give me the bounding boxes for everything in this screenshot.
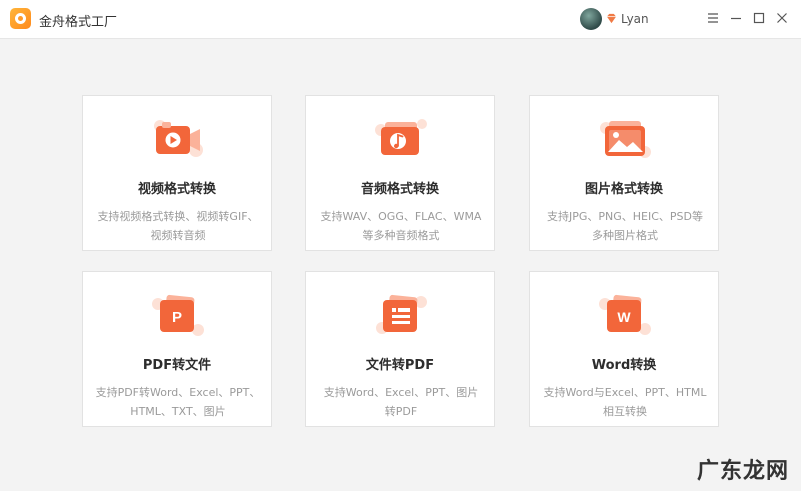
word-w-icon: W (599, 294, 651, 335)
music-note-icon (375, 119, 427, 155)
card-title: 图片格式转换 (584, 182, 663, 197)
maximize-icon[interactable] (751, 10, 767, 26)
minimize-icon[interactable] (728, 10, 744, 26)
card-description-line: HTML、TXT、图片 (130, 405, 226, 418)
user-avatar[interactable] (580, 8, 602, 30)
card-description: 支持Word、Excel、PPT、图片 转PDF (316, 383, 486, 421)
card-title: 音频格式转换 (360, 182, 439, 197)
card-pdf-to-file[interactable]: P PDF转文件 支持PDF转Word、Excel、PPT、 HTML、TXT、… (82, 271, 272, 427)
svg-text:W: W (617, 309, 631, 325)
app-logo-icon (10, 8, 31, 29)
card-description: 支持JPG、PNG、HEIC、PSD等 多种图片格式 (540, 207, 710, 245)
card-video-conversion[interactable]: 视频格式转换 支持视频格式转换、视频转GIF、 视频转音频 (82, 95, 272, 251)
card-description-line: 支持PDF转Word、Excel、PPT、 (95, 386, 261, 399)
hamburger-menu-icon[interactable] (705, 10, 721, 26)
card-title: 文件转PDF (365, 358, 435, 373)
watermark-text: 广东龙网 (696, 459, 789, 484)
card-description-line: 支持WAV、OGG、FLAC、WMA (320, 210, 482, 223)
document-lines-icon (376, 294, 427, 334)
card-description: 支持WAV、OGG、FLAC、WMA 等多种音频格式 (316, 207, 486, 245)
card-file-to-pdf[interactable]: 文件转PDF 支持Word、Excel、PPT、图片 转PDF (305, 271, 495, 427)
card-description-line: 视频转音频 (150, 229, 206, 242)
svg-text:P: P (172, 309, 182, 326)
card-description-line: 多种图片格式 (592, 229, 658, 242)
card-title: PDF转文件 (142, 358, 212, 373)
card-description-line: 相互转换 (603, 405, 647, 418)
card-title: 视频格式转换 (137, 182, 216, 197)
title-bar: 金舟格式工厂 Lyan (0, 0, 801, 39)
card-description: 支持视频格式转换、视频转GIF、 视频转音频 (93, 207, 263, 245)
card-description-line: 支持JPG、PNG、HEIC、PSD等 (546, 210, 704, 223)
card-description: 支持Word与Excel、PPT、HTML 相互转换 (540, 383, 710, 421)
card-description-line: 支持视频格式转换、视频转GIF、 (97, 210, 259, 223)
video-camera-icon (154, 120, 203, 157)
card-description: 支持PDF转Word、Excel、PPT、 HTML、TXT、图片 (93, 383, 263, 421)
app-title: 金舟格式工厂 (39, 15, 118, 30)
close-icon[interactable] (774, 10, 790, 26)
card-image-conversion[interactable]: 图片格式转换 支持JPG、PNG、HEIC、PSD等 多种图片格式 (529, 95, 719, 251)
card-description-line: 转PDF (384, 405, 418, 418)
card-audio-conversion[interactable]: 音频格式转换 支持WAV、OGG、FLAC、WMA 等多种音频格式 (305, 95, 495, 251)
vip-diamond-icon (606, 13, 617, 24)
pdf-p-icon: P (152, 294, 204, 336)
user-name[interactable]: Lyan (621, 12, 649, 26)
image-icon (600, 121, 651, 158)
card-word-conversion[interactable]: W Word转换 支持Word与Excel、PPT、HTML 相互转换 (529, 271, 719, 427)
card-description-line: 等多种音频格式 (362, 229, 440, 242)
card-description-line: 支持Word、Excel、PPT、图片 (323, 386, 479, 399)
card-title: Word转换 (591, 358, 657, 373)
card-description-line: 支持Word与Excel、PPT、HTML (543, 386, 707, 399)
